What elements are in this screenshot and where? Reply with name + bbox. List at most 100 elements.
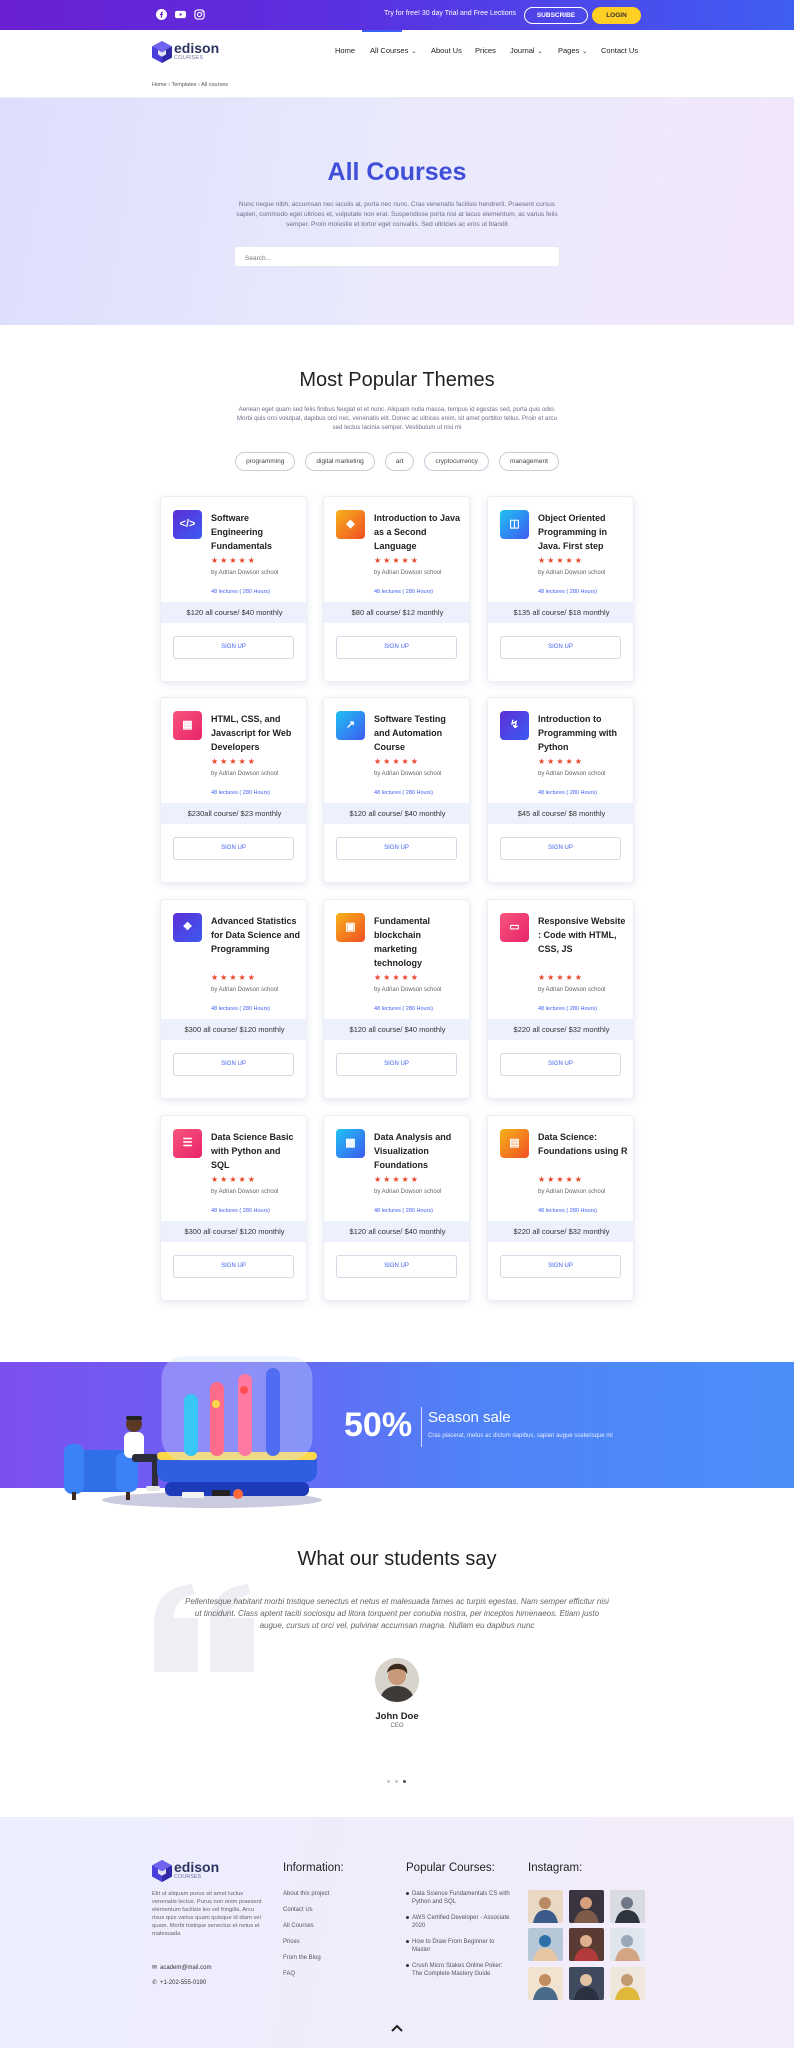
nav-contact-us[interactable]: Contact Us (601, 46, 638, 55)
instagram-photo[interactable] (528, 1890, 563, 1923)
chevron-down-icon: ⌄ (411, 49, 417, 55)
search-input[interactable] (235, 249, 559, 268)
course-card[interactable]: ↯ Introduction to Programming with Python… (487, 697, 634, 883)
course-title[interactable]: Object Oriented Programming in Java. Fir… (538, 511, 628, 553)
course-title[interactable]: Data Analysis and Visualization Foundati… (374, 1130, 464, 1172)
rating-stars: ★★★★★ (211, 973, 257, 982)
hero-description: Nunc neque nibh, accumsan nec iaculis at… (236, 201, 558, 228)
instagram-photo[interactable] (569, 1928, 604, 1961)
subscribe-button[interactable]: SUBSCRIBE (524, 7, 588, 24)
course-card[interactable]: </> Software Engineering Fundamentals ★★★★… (160, 496, 307, 682)
footer-course-link[interactable]: Crush Micro Stakes Online Poker: The Com… (406, 1962, 510, 1978)
signup-button[interactable]: SIGN UP (336, 1255, 457, 1278)
signup-button[interactable]: SIGN UP (173, 837, 294, 860)
footer-link[interactable]: Prices (283, 1939, 300, 1945)
youtube-icon[interactable] (175, 9, 186, 20)
nav-about-us[interactable]: About Us (431, 46, 462, 55)
course-title[interactable]: Responsive Website : Code with HTML, CSS… (538, 914, 628, 956)
tag-art[interactable]: art (384, 452, 415, 471)
nav-home[interactable]: Home (335, 46, 355, 55)
course-price: $120 all course/ $40 monthly (324, 803, 469, 824)
nav-label: Pages (558, 46, 580, 55)
signup-button[interactable]: SIGN UP (336, 636, 457, 659)
course-title[interactable]: Software Testing and Automation Course (374, 712, 464, 754)
footer-popular-title: Popular Courses: (406, 1862, 495, 1874)
course-title[interactable]: Advanced Statistics for Data Science and… (211, 914, 301, 956)
nav-journal[interactable]: Journal ⌄ (510, 46, 543, 55)
course-title[interactable]: Fundamental blockchain marketing technol… (374, 914, 464, 970)
course-title[interactable]: HTML, CSS, and Javascript for Web Develo… (211, 712, 301, 754)
login-button[interactable]: LOGIN (592, 7, 641, 24)
tag-programming[interactable]: programming (235, 452, 296, 471)
signup-button[interactable]: SIGN UP (173, 1053, 294, 1076)
footer-logo[interactable]: edison COURSES (152, 1859, 222, 1883)
signup-button[interactable]: SIGN UP (500, 636, 621, 659)
instagram-photo[interactable] (569, 1967, 604, 2000)
slider-dot-active[interactable] (403, 1780, 406, 1783)
course-price: $120 all course/ $40 monthly (324, 1221, 469, 1242)
footer-course-link[interactable]: AWS Certified Developer - Associate 2020 (406, 1914, 510, 1930)
course-card[interactable]: ▣ Fundamental blockchain marketing techno… (323, 899, 470, 1099)
signup-button[interactable]: SIGN UP (500, 837, 621, 860)
footer-link[interactable]: FAQ (283, 1971, 295, 1977)
course-card[interactable]: ◆ Introduction to Java as a Second Langua… (323, 496, 470, 682)
course-card[interactable]: ☰ Data Science Basic with Python and SQL ★… (160, 1115, 307, 1301)
footer-email[interactable]: ✉ academ@mail.com (152, 1964, 211, 1971)
course-title[interactable]: Data Science: Foundations using R (538, 1130, 628, 1158)
course-card[interactable]: ▤ Data Science: Foundations using R ★★★★★ b… (487, 1115, 634, 1301)
slider-dot[interactable] (387, 1780, 390, 1783)
course-card[interactable]: ▩ Data Analysis and Visualization Foundat… (323, 1115, 470, 1301)
footer-link[interactable]: About this project (283, 1891, 329, 1897)
instagram-photo[interactable] (528, 1967, 563, 2000)
signup-button[interactable]: SIGN UP (336, 837, 457, 860)
instagram-photo[interactable] (610, 1967, 645, 2000)
tag-digital-marketing[interactable]: digital marketing (305, 452, 375, 471)
tag-cryptocurrency[interactable]: cryptocurrency (424, 452, 489, 471)
course-author: by Adrian Dowson school (211, 570, 279, 576)
instagram-photo[interactable] (610, 1928, 645, 1961)
course-card[interactable]: ◫ Object Oriented Programming in Java. Fi… (487, 496, 634, 682)
signup-button[interactable]: SIGN UP (173, 636, 294, 659)
course-title[interactable]: Data Science Basic with Python and SQL (211, 1130, 301, 1172)
chevron-up-icon[interactable] (391, 2023, 403, 2033)
footer-link[interactable]: Contact Us (283, 1907, 313, 1913)
nav-all-courses[interactable]: All Courses ⌄ (370, 46, 416, 55)
search-box[interactable] (234, 246, 560, 268)
facebook-icon[interactable] (156, 9, 167, 20)
course-author: by Adrian Dowson school (538, 987, 606, 993)
instagram-photo[interactable] (528, 1928, 563, 1961)
theme-tags: programming digital marketing art crypto… (0, 452, 794, 471)
sale-percent: 50% (344, 1406, 413, 1444)
course-author: by Adrian Dowson school (538, 771, 606, 777)
code-icon: </> (173, 510, 202, 539)
course-card[interactable]: ▦ HTML, CSS, and Javascript for Web Devel… (160, 697, 307, 883)
course-title[interactable]: Introduction to Programming with Python (538, 712, 628, 754)
course-title[interactable]: Software Engineering Fundamentals (211, 511, 301, 553)
brain-icon: ❖ (173, 913, 202, 942)
nav-label: Prices (475, 46, 496, 55)
course-card[interactable]: ❖ Advanced Statistics for Data Science an… (160, 899, 307, 1099)
instagram-photo[interactable] (610, 1890, 645, 1923)
instagram-photo[interactable] (569, 1890, 604, 1923)
tag-management[interactable]: management (498, 452, 559, 471)
footer-phone[interactable]: ✆ +1-202-555-0190 (152, 1979, 206, 1986)
course-card[interactable]: ▭ Responsive Website : Code with HTML, CS… (487, 899, 634, 1099)
footer-link[interactable]: All Courses (283, 1923, 314, 1929)
course-lectures: 48 lectures ( 280 Hours) (374, 589, 433, 595)
course-price: $220 all course/ $32 monthly (488, 1221, 633, 1242)
logo[interactable]: edison COURSES (152, 40, 222, 64)
signup-button[interactable]: SIGN UP (336, 1053, 457, 1076)
signup-button[interactable]: SIGN UP (500, 1255, 621, 1278)
course-card[interactable]: ↗ Software Testing and Automation Course ★… (323, 697, 470, 883)
footer-link[interactable]: From the Blog (283, 1955, 321, 1961)
nav-pages[interactable]: Pages ⌄ (558, 46, 587, 55)
footer-course-link[interactable]: How to Draw From Beginner to Master (406, 1938, 510, 1954)
signup-button[interactable]: SIGN UP (173, 1255, 294, 1278)
footer-course-link[interactable]: Data Science Fundamentals CS with Python… (406, 1890, 510, 1906)
breadcrumb[interactable]: Home › Templates › All courses (152, 82, 228, 88)
slider-dot[interactable] (395, 1780, 398, 1783)
nav-prices[interactable]: Prices (475, 46, 496, 55)
instagram-icon[interactable] (194, 9, 205, 20)
course-title[interactable]: Introduction to Java as a Second Languag… (374, 511, 464, 553)
signup-button[interactable]: SIGN UP (500, 1053, 621, 1076)
